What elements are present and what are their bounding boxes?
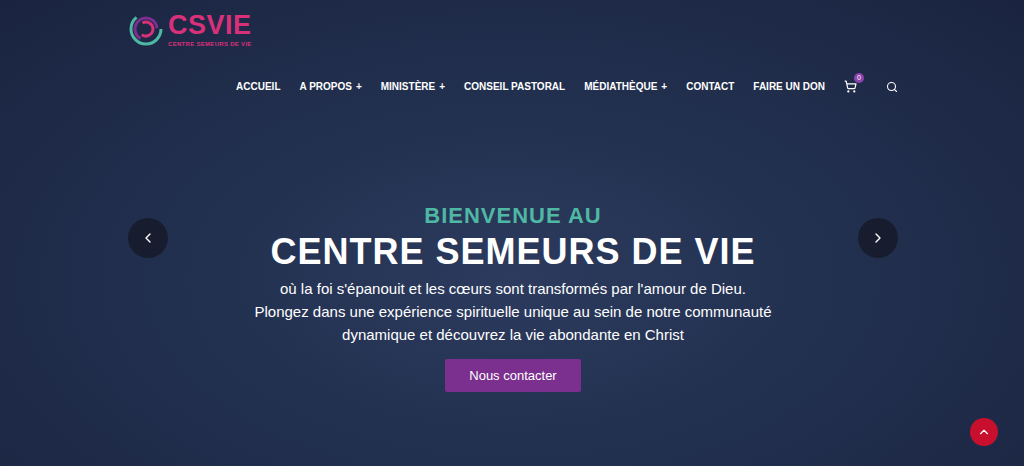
nav-item[interactable]: CONSEIL PASTORAL bbox=[464, 81, 565, 92]
slide-title: CENTRE SEMEURS DE VIE bbox=[270, 231, 755, 273]
nav-item[interactable]: MÉDIATHÈQUE + bbox=[584, 81, 667, 92]
nav-item[interactable]: MINISTÈRE + bbox=[381, 81, 445, 92]
submenu-marker: + bbox=[356, 81, 362, 92]
prev-slide-button[interactable] bbox=[128, 218, 168, 258]
nav-label: MÉDIATHÈQUE bbox=[584, 81, 657, 92]
nav-label: FAIRE UN DON bbox=[753, 81, 825, 92]
slide-text-line: où la foi s'épanouit et les cœurs sont t… bbox=[280, 277, 746, 300]
nav-label: CONTACT bbox=[686, 81, 734, 92]
nav-label: ACCUEIL bbox=[236, 81, 280, 92]
slide-text-line: dynamique et découvrez la vie abondante … bbox=[342, 323, 684, 346]
cart-button[interactable]: 0 bbox=[844, 80, 857, 93]
nav-label: CONSEIL PASTORAL bbox=[464, 81, 565, 92]
nav-label: MINISTÈRE bbox=[381, 81, 435, 92]
scroll-top-button[interactable] bbox=[970, 418, 998, 446]
site-header: CSVIE CENTRE SEMEURS DE VIE ACCUEIL A PROPO… bbox=[128, 8, 898, 93]
chevron-right-icon bbox=[870, 230, 886, 246]
next-slide-button[interactable] bbox=[858, 218, 898, 258]
slide-stage: BIENVENUE AUCENTRE SEMEURS DE VIE où la f… bbox=[128, 203, 898, 392]
submenu-marker: + bbox=[439, 81, 445, 92]
logo-icon bbox=[128, 11, 164, 47]
slide-text-line: Plongez dans une expérience spirituelle … bbox=[254, 300, 771, 323]
chevron-left-icon bbox=[140, 230, 156, 246]
chevron-up-icon bbox=[977, 425, 991, 439]
nav-item[interactable]: A PROPOS + bbox=[300, 81, 362, 92]
slide-content: BIENVENUE AUCENTRE SEMEURS DE VIE où la f… bbox=[254, 203, 771, 392]
logo[interactable]: CSVIE CENTRE SEMEURS DE VIE bbox=[128, 8, 898, 50]
nav-item[interactable]: FAIRE UN DON bbox=[753, 81, 825, 92]
search-icon bbox=[886, 81, 898, 93]
logo-texts: CSVIE CENTRE SEMEURS DE VIE bbox=[168, 12, 252, 47]
submenu-marker: + bbox=[661, 81, 667, 92]
contact-button[interactable]: Nous contacter bbox=[445, 359, 580, 392]
hero-slider: CSVIE CENTRE SEMEURS DE VIE ACCUEIL A PROPO… bbox=[0, 0, 1024, 466]
slide-eyebrow: BIENVENUE AU bbox=[424, 203, 601, 229]
nav-label: A PROPOS bbox=[300, 81, 352, 92]
search-button[interactable] bbox=[886, 81, 898, 93]
main-nav: ACCUEIL A PROPOS + MINISTÈRE + CONSEIL PASTOR… bbox=[128, 80, 898, 93]
cart-badge: 0 bbox=[854, 73, 864, 83]
nav-item[interactable]: CONTACT bbox=[686, 81, 734, 92]
logo-subtitle: CENTRE SEMEURS DE VIE bbox=[168, 41, 252, 47]
nav-item[interactable]: ACCUEIL bbox=[236, 81, 280, 92]
logo-title: CSVIE bbox=[168, 12, 252, 39]
